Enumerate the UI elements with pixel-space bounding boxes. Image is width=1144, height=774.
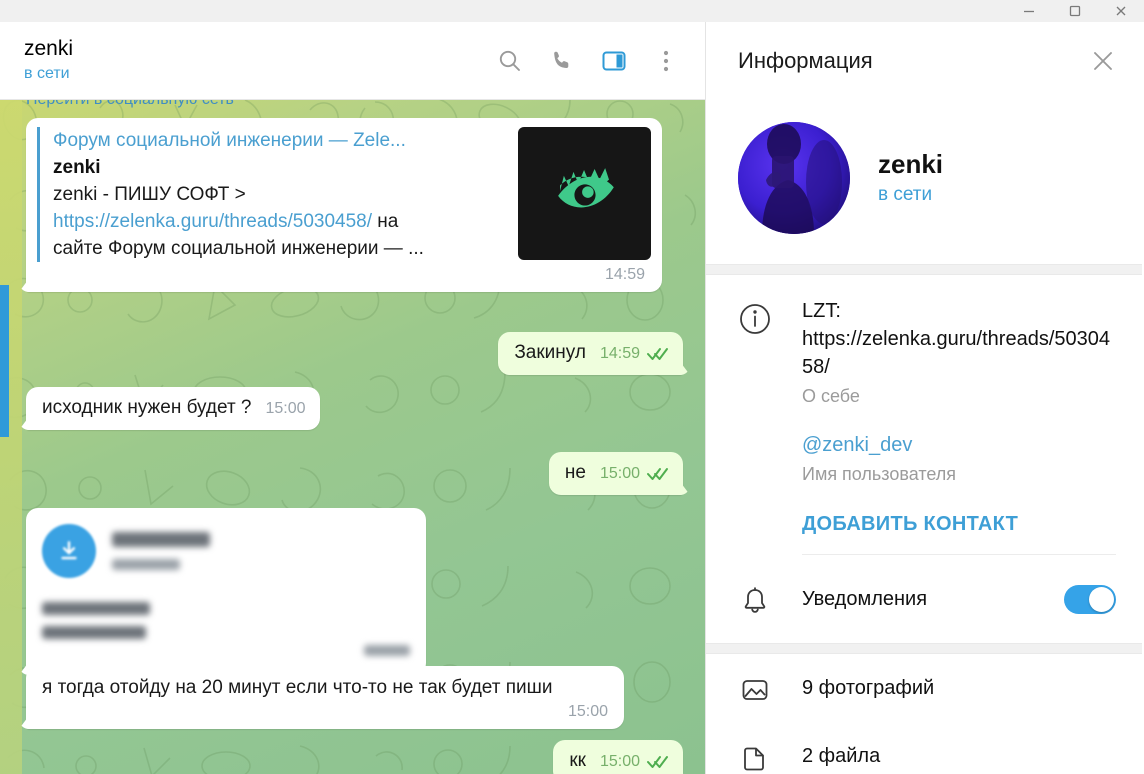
media-row-files[interactable]: 2 файла (706, 722, 1142, 774)
photos-count-label: 9 фотографий (802, 676, 935, 699)
message-row-ne: не 15:00 (548, 452, 683, 495)
profile-status: в сети (878, 184, 933, 205)
bio-label: О себе (802, 386, 860, 406)
message-text: кк (569, 750, 586, 771)
avatar[interactable] (738, 122, 850, 234)
clipped-message-text: Перейти в социальную сеть (26, 100, 356, 109)
media-row-photos[interactable]: 9 фотографий (706, 654, 1142, 722)
photo-icon (732, 671, 778, 705)
link-preview-desc-line1: zenki - ПИШУ СОФТ > (53, 184, 246, 205)
username-field[interactable]: @zenki_dev Имя пользователя (802, 431, 1116, 487)
window-titlebar (0, 0, 1144, 22)
message-time: 15:00 (599, 465, 640, 482)
profile-summary: zenki в сети (706, 100, 1142, 264)
chat-status: в сети (24, 65, 70, 82)
bell-icon (732, 581, 778, 617)
maximize-button[interactable] (1052, 0, 1098, 22)
toggle-knob (1089, 586, 1114, 612)
chat-header: zenki в сети (0, 22, 705, 100)
message-list: Перейти в социальную сеть Форум социальн… (0, 100, 705, 774)
link-preview-url[interactable]: https://zelenka.guru/threads/5030458/ (53, 211, 372, 232)
chat-peer-info[interactable]: zenki в сети (24, 36, 493, 85)
files-count-label: 2 файла (802, 744, 881, 767)
message-text: Закинул (514, 342, 586, 363)
chat-message-area: Перейти в социальную сеть Форум социальн… (0, 100, 705, 774)
message-bubble-ishodnik[interactable]: исходник нужен будет ? 15:00 (26, 387, 320, 430)
info-panel-title: Информация (738, 48, 873, 73)
chat-title: zenki (24, 37, 74, 60)
close-button[interactable] (1098, 0, 1144, 22)
message-time: 14:59 (599, 345, 640, 362)
profile-name: zenki (878, 149, 944, 179)
info-panel-icon[interactable] (597, 44, 631, 78)
message-bubble-otoydu[interactable]: я тогда отойду на 20 минут если что-то н… (26, 666, 624, 729)
notifications-row[interactable]: Уведомления (706, 555, 1142, 643)
file-icon (732, 739, 778, 773)
message-row-file-censored (26, 508, 426, 675)
about-block: LZT: https://zelenka.guru/threads/503045… (706, 275, 1142, 554)
read-receipt-icon (647, 467, 669, 481)
read-receipt-icon (647, 347, 669, 361)
clipped-message: Перейти в социальную сеть (26, 100, 356, 113)
message-bubble-file-censored[interactable] (26, 508, 426, 675)
link-preview-site[interactable]: Форум социальной инженерии — Zele... (53, 127, 504, 154)
message-row-link-preview: Форум социальной инженерии — Zele... zen… (26, 118, 662, 292)
chat-header-actions (493, 44, 691, 78)
message-bubble-kk[interactable]: кк 15:00 (553, 740, 683, 774)
link-preview-title: zenki (53, 157, 101, 178)
download-icon[interactable] (42, 524, 96, 578)
message-bubble-ne[interactable]: не 15:00 (548, 452, 683, 495)
notifications-label: Уведомления (802, 587, 928, 610)
message-time: 15:00 (265, 400, 306, 417)
message-row-otoydu: я тогда отойду на 20 минут если что-то н… (26, 666, 624, 729)
message-text: не (564, 462, 586, 483)
minimize-button[interactable] (1006, 0, 1052, 22)
username-label: Имя пользователя (802, 464, 957, 484)
link-preview-desc-after: на (372, 211, 399, 232)
chat-column: zenki в сети Форум социальной инженерии … (0, 22, 705, 774)
telegram-window: zenki в сети Форум социальной инженерии … (0, 0, 1144, 774)
section-separator-2 (706, 643, 1142, 654)
read-receipt-icon (647, 755, 669, 769)
info-panel-header: Информация (706, 22, 1142, 100)
message-row-ishodnik: исходник нужен будет ? 15:00 (26, 387, 320, 430)
info-panel: Информация zenki в сети LZT: https://zel… (705, 22, 1142, 774)
profile-text: zenki в сети (878, 147, 943, 209)
info-icon (732, 297, 778, 536)
phone-icon[interactable] (545, 44, 579, 78)
section-separator (706, 264, 1142, 275)
message-time: 15:00 (599, 753, 640, 770)
username-value[interactable]: @zenki_dev (802, 431, 1116, 459)
message-text: я тогда отойду на 20 минут если что-то н… (42, 677, 553, 698)
search-icon[interactable] (493, 44, 527, 78)
bio-value: LZT: https://zelenka.guru/threads/503045… (802, 300, 1110, 378)
zelenka-eye-logo-icon[interactable] (518, 127, 651, 260)
link-preview-bubble[interactable]: Форум социальной инженерии — Zele... zen… (26, 118, 662, 292)
message-row-zakinul: Закинул 14:59 (498, 332, 683, 375)
message-text: исходник нужен будет ? (42, 397, 252, 418)
message-bubble-zakinul[interactable]: Закинул 14:59 (498, 332, 683, 375)
menu-icon[interactable] (649, 44, 683, 78)
link-preview-desc-line3: сайте Форум социальной инженерии — ... (53, 238, 424, 259)
notifications-toggle[interactable] (1064, 584, 1116, 614)
message-time: 15:00 (567, 703, 608, 720)
bio-field[interactable]: LZT: https://zelenka.guru/threads/503045… (802, 297, 1116, 409)
link-preview-time: 14:59 (604, 266, 645, 283)
close-icon[interactable] (1084, 42, 1122, 80)
add-contact-button[interactable]: ДОБАВИТЬ КОНТАКТ (802, 509, 1116, 536)
message-row-kk: кк 15:00 (553, 740, 683, 774)
